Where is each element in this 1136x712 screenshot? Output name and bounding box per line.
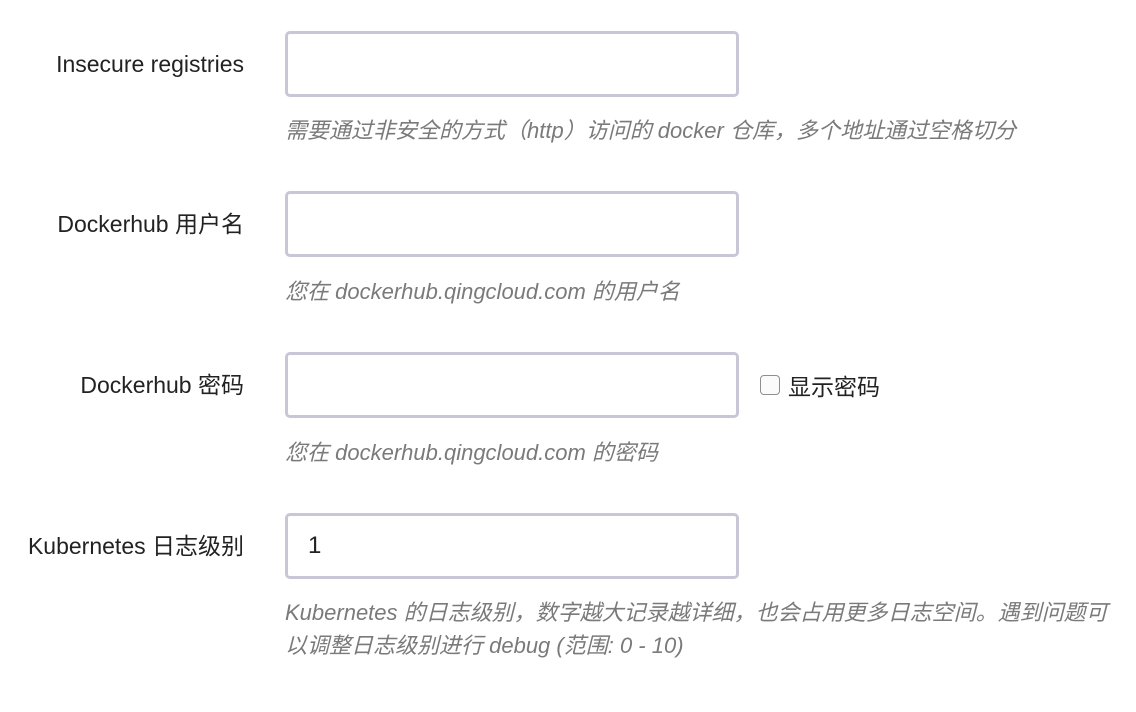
show-password-toggle[interactable]: 显示密码	[760, 352, 880, 418]
insecure-registries-label: Insecure registries	[56, 51, 244, 77]
dockerhub-username-input[interactable]	[285, 191, 739, 257]
dockerhub-username-label: Dockerhub 用户名	[57, 211, 244, 237]
insecure-registries-input[interactable]	[285, 31, 739, 97]
settings-form: Insecure registries 需要通过非安全的方式（http）访问的 …	[0, 0, 1136, 712]
dockerhub-username-help: 您在 dockerhub.qingcloud.com 的用户名	[285, 279, 680, 304]
show-password-label: 显示密码	[788, 374, 880, 400]
kubernetes-log-level-input[interactable]	[285, 513, 739, 579]
dockerhub-password-help: 您在 dockerhub.qingcloud.com 的密码	[285, 440, 658, 465]
insecure-registries-help: 需要通过非安全的方式（http）访问的 docker 仓库，多个地址通过空格切分	[285, 118, 1016, 143]
dockerhub-password-input[interactable]	[285, 352, 739, 418]
show-password-checkbox[interactable]	[760, 375, 780, 395]
kubernetes-log-level-help: Kubernetes 的日志级别，数字越大记录越详细，也会占用更多日志空间。遇到…	[285, 600, 1108, 658]
kubernetes-log-level-label: Kubernetes 日志级别	[27, 533, 244, 559]
dockerhub-password-label: Dockerhub 密码	[80, 372, 244, 398]
